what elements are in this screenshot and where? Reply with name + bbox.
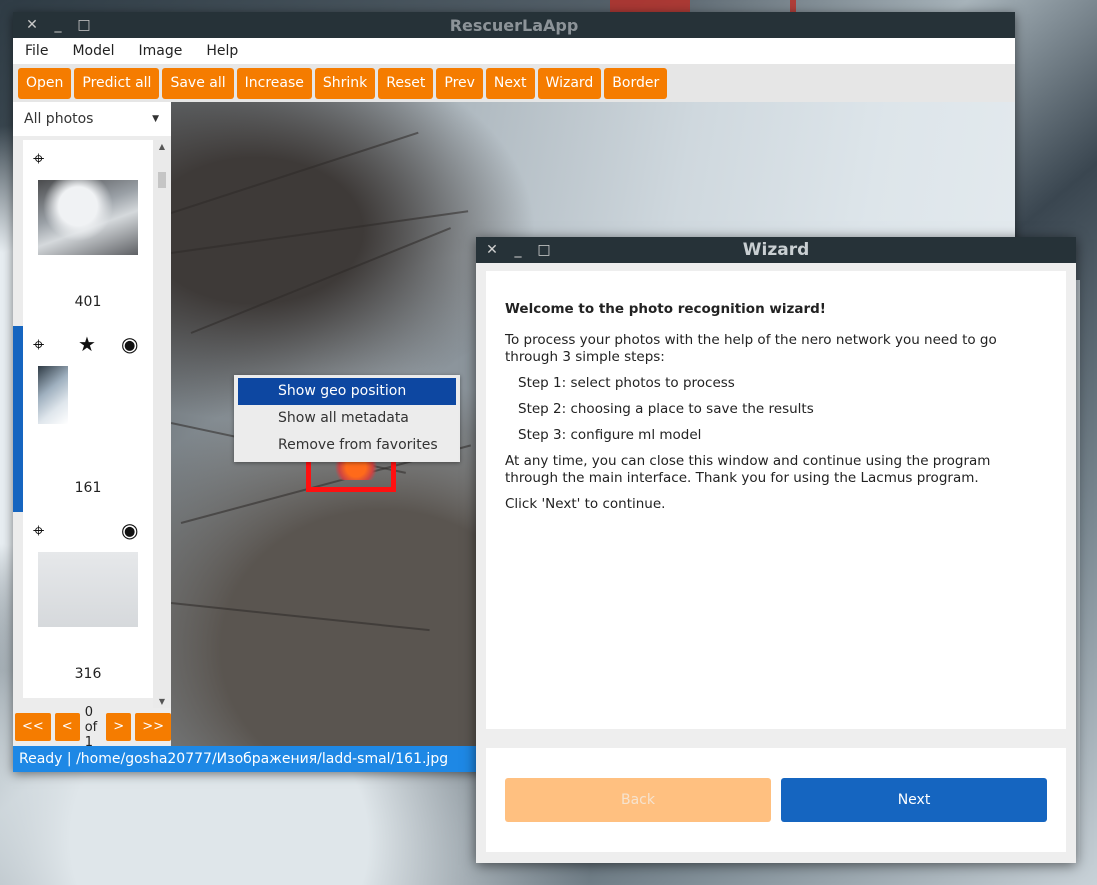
chevron-down-icon: ▼ [152, 114, 159, 124]
context-menu-remove-from-favorites[interactable]: Remove from favorites [238, 432, 456, 459]
open-button[interactable]: Open [18, 67, 72, 99]
maximize-icon[interactable]: □ [71, 17, 97, 33]
wizard-content: Welcome to the photo recognition wizard!… [486, 271, 1066, 729]
photo-number: 316 [74, 666, 102, 682]
photo-list-item[interactable]: ⌖ 401 [13, 140, 153, 326]
menubar: File Model Image Help [13, 38, 1015, 64]
menu-file[interactable]: File [13, 38, 60, 64]
toolbar: Open Predict all Save all Increase Shrin… [13, 64, 1015, 102]
context-menu-show-all-metadata[interactable]: Show all metadata [238, 405, 456, 432]
save-all-button[interactable]: Save all [162, 67, 234, 99]
wizard-window: ✕ _ □ Wizard Welcome to the photo recogn… [476, 237, 1076, 863]
photo-filter-select[interactable]: All photos ▼ [13, 102, 171, 136]
context-menu-show-geo-position[interactable]: Show geo position [238, 378, 456, 405]
scrollbar-thumb[interactable] [158, 172, 166, 188]
photo-thumbnail [38, 552, 138, 627]
photo-list: ⌖ 401 ⌖ ★ ◉ 161 ⌖ ◉ 316 [13, 140, 171, 708]
next-page-button[interactable]: > [106, 713, 132, 741]
menu-model[interactable]: Model [60, 38, 126, 64]
wizard-step: Step 3: configure ml model [518, 427, 702, 443]
next-button[interactable]: Next [485, 67, 535, 99]
photo-list-panel: All photos ▼ ⌖ 401 ⌖ ★ ◉ 161 ⌖ ◉ 316 ▲ ▼… [13, 102, 171, 750]
photo-number: 161 [74, 480, 102, 496]
scroll-down-icon[interactable]: ▼ [153, 697, 171, 706]
geo-location-icon[interactable]: ⌖ [33, 518, 44, 542]
star-icon[interactable]: ★ [78, 332, 96, 356]
prev-button[interactable]: Prev [436, 67, 483, 99]
selection-indicator [13, 512, 23, 698]
close-icon[interactable]: ✕ [19, 17, 45, 33]
photo-list-item[interactable]: ⌖ ◉ 316 [13, 512, 153, 698]
wizard-step: Step 2: choosing a place to save the res… [518, 401, 814, 417]
geo-location-icon[interactable]: ⌖ [33, 146, 44, 170]
photo-detail [171, 131, 419, 214]
wizard-next-button[interactable]: Next [781, 778, 1047, 822]
wizard-back-button[interactable]: Back [505, 778, 771, 822]
photo-number: 401 [74, 294, 102, 310]
menu-help[interactable]: Help [194, 38, 250, 64]
eye-icon[interactable]: ◉ [121, 518, 138, 542]
selection-indicator [13, 140, 23, 326]
background-detail [1076, 280, 1080, 860]
photo-list-scrollbar[interactable]: ▲ ▼ [153, 140, 171, 708]
photo-thumbnail [38, 180, 138, 255]
wizard-titlebar: ✕ _ □ Wizard [476, 237, 1076, 263]
wizard-title: Wizard [742, 240, 810, 260]
pagination: << < 0 of 1 > >> [15, 705, 171, 750]
background-detail [610, 0, 690, 12]
selection-indicator [13, 326, 23, 512]
wizard-step: Step 1: select photos to process [518, 375, 735, 391]
page-indicator: 0 of 1 [84, 704, 98, 750]
shrink-button[interactable]: Shrink [314, 67, 376, 99]
last-page-button[interactable]: >> [135, 713, 171, 741]
context-menu: Show geo position Show all metadata Remo… [234, 375, 460, 462]
photo-detail [171, 602, 430, 632]
first-page-button[interactable]: << [15, 713, 51, 741]
minimize-icon[interactable]: _ [45, 17, 71, 33]
border-button[interactable]: Border [604, 67, 668, 99]
wizard-heading: Welcome to the photo recognition wizard! [505, 301, 826, 317]
menu-image[interactable]: Image [126, 38, 194, 64]
photo-thumbnail [38, 366, 68, 424]
eye-icon[interactable]: ◉ [121, 332, 138, 356]
photo-detail [171, 210, 469, 254]
wizard-note: At any time, you can close this window a… [505, 453, 991, 486]
main-titlebar: ✕ _ □ RescuerLaApp [13, 12, 1015, 38]
wizard-button[interactable]: Wizard [537, 67, 602, 99]
predict-all-button[interactable]: Predict all [74, 67, 160, 99]
background-detail [790, 0, 796, 12]
photo-filter-value: All photos [24, 111, 94, 127]
prev-page-button[interactable]: < [54, 713, 80, 741]
geo-location-icon[interactable]: ⌖ [33, 332, 44, 356]
window-title: RescuerLaApp [449, 15, 579, 35]
photo-list-item[interactable]: ⌖ ★ ◉ 161 [13, 326, 153, 512]
wizard-continue-hint: Click 'Next' to continue. [505, 496, 666, 512]
increase-button[interactable]: Increase [236, 67, 312, 99]
wizard-intro: To process your photos with the help of … [505, 332, 997, 365]
reset-button[interactable]: Reset [378, 67, 434, 99]
wizard-footer: Back Next [486, 748, 1066, 852]
scroll-up-icon[interactable]: ▲ [153, 142, 171, 151]
